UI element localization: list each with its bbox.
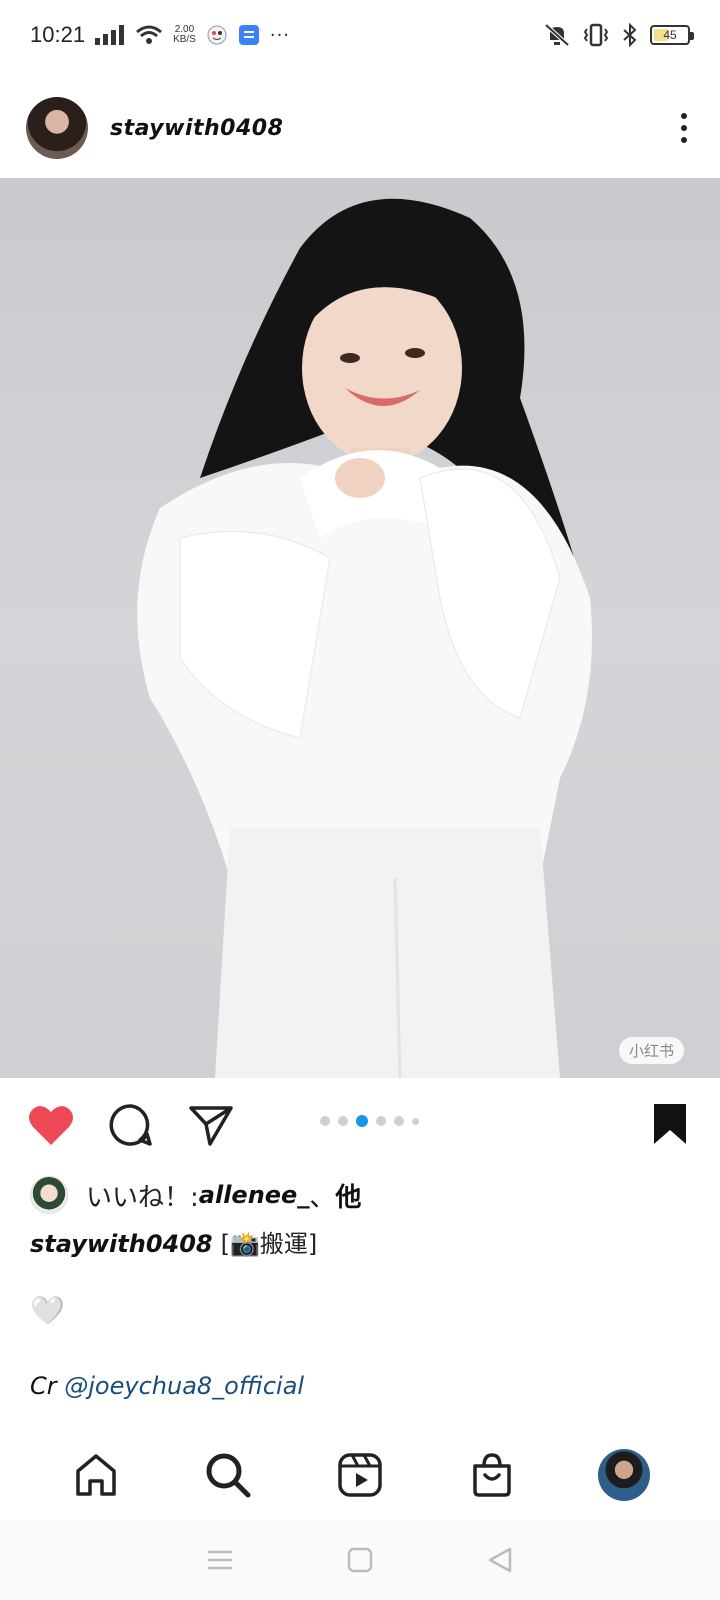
mute-icon (544, 23, 570, 47)
status-bar: 10:21 2.00 KB/S ··· 45 (0, 0, 720, 70)
bottom-tab-bar (0, 1430, 720, 1520)
liker-username[interactable]: allenee_ (199, 1181, 310, 1209)
post-photo[interactable]: 小红书 (0, 178, 720, 1078)
profile-tab[interactable] (594, 1445, 654, 1505)
bookmark-saved-icon[interactable] (650, 1102, 690, 1150)
search-icon[interactable] (198, 1445, 258, 1505)
caption-credit: Cr @joeychua8_official (30, 1372, 304, 1400)
photo-illustration (137, 198, 592, 1078)
carousel-dot-active (356, 1115, 368, 1127)
post-caption: staywith0408 [📸搬運] (30, 1224, 317, 1259)
profile-avatar (598, 1449, 650, 1501)
reels-icon[interactable] (330, 1445, 390, 1505)
credit-mention-link[interactable]: @joeychua8_official (64, 1372, 304, 1400)
liker-avatar (30, 1176, 68, 1214)
xiaohongshu-watermark: 小红书 (618, 1037, 684, 1064)
network-speed: 2.00 KB/S (173, 24, 196, 45)
like-heart-icon[interactable] (26, 1100, 76, 1150)
more-options-icon[interactable] (674, 108, 694, 148)
share-send-icon[interactable] (186, 1100, 236, 1150)
credit-prefix: Cr (30, 1372, 65, 1400)
carousel-dot (338, 1116, 348, 1126)
carousel-dot (412, 1117, 419, 1125)
signal-icon (95, 25, 125, 45)
caption-username[interactable]: staywith0408 (30, 1230, 213, 1258)
author-avatar[interactable] (26, 97, 88, 159)
carousel-dot (320, 1116, 330, 1126)
system-navigation-bar (0, 1520, 720, 1600)
post-header: staywith0408 (0, 90, 720, 166)
caption-text: [📸搬運] (220, 1230, 318, 1258)
comment-icon[interactable] (106, 1100, 156, 1150)
shop-icon[interactable] (462, 1445, 522, 1505)
back-triangle-icon[interactable] (480, 1540, 520, 1580)
notification-app-icon (207, 25, 227, 45)
carousel-indicator (320, 1115, 419, 1127)
home-square-icon[interactable] (340, 1540, 380, 1580)
clock: 10:21 (30, 22, 86, 47)
caption-heart-emoji: 🤍 (30, 1294, 65, 1327)
bluetooth-icon (623, 23, 637, 47)
more-notifications: ··· (269, 24, 291, 46)
carousel-dot (376, 1116, 386, 1126)
menu-icon[interactable] (200, 1540, 240, 1580)
author-username[interactable]: staywith0408 (110, 116, 283, 141)
carousel-dot (394, 1116, 404, 1126)
wifi-icon (136, 25, 163, 44)
vibrate-icon (583, 23, 609, 47)
likes-summary[interactable]: いいね！: allenee_ 、 他 (30, 1176, 361, 1214)
likes-others[interactable]: 他 (335, 1177, 361, 1214)
likes-separator: 、 (309, 1182, 336, 1213)
message-app-icon (238, 25, 259, 45)
battery-indicator: 45 (650, 25, 694, 45)
likes-label: いいね！: (86, 1182, 199, 1213)
home-icon[interactable] (66, 1445, 126, 1505)
